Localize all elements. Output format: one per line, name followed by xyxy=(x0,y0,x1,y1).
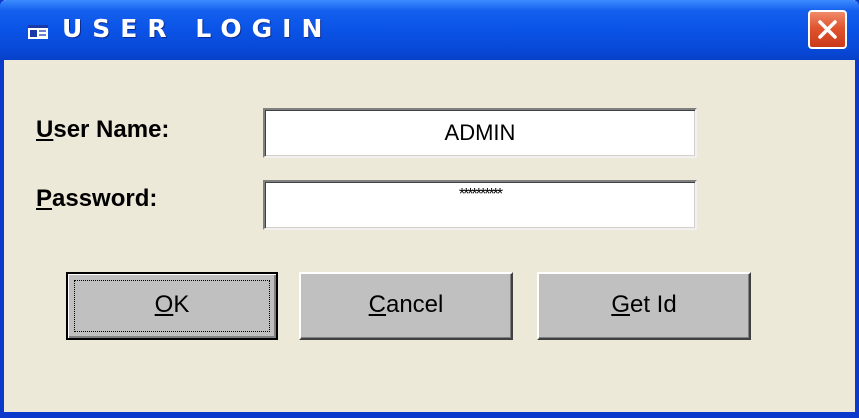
password-label-text: assword: xyxy=(52,185,158,212)
password-input[interactable]: ********** xyxy=(263,180,697,230)
password-label-accel: P xyxy=(36,185,53,212)
login-window: USER LOGIN User Name: ADMIN Password: **… xyxy=(0,0,859,418)
username-label-accel: U xyxy=(36,116,54,143)
close-icon xyxy=(818,20,837,39)
username-label: User Name: xyxy=(36,116,169,144)
username-label-text: ser Name: xyxy=(53,116,170,143)
ok-button[interactable]: OK xyxy=(66,272,278,340)
getid-rest: et Id xyxy=(629,291,677,318)
cancel-rest: ancel xyxy=(385,291,444,318)
cancel-button[interactable]: Cancel xyxy=(299,272,513,340)
get-id-button-label: Get Id xyxy=(611,291,676,318)
password-label: Password: xyxy=(36,185,157,213)
getid-accel: G xyxy=(611,291,630,318)
title-bar[interactable]: USER LOGIN xyxy=(0,0,859,60)
cancel-button-label: Cancel xyxy=(369,291,444,318)
close-button[interactable] xyxy=(808,10,847,49)
window-title: USER LOGIN xyxy=(62,14,333,43)
username-input[interactable]: ADMIN xyxy=(263,108,697,158)
cancel-accel: C xyxy=(368,291,386,318)
ok-rest: K xyxy=(173,291,190,318)
ok-button-label: OK xyxy=(155,291,190,318)
window-app-icon[interactable] xyxy=(28,25,48,39)
get-id-button[interactable]: Get Id xyxy=(537,272,751,340)
ok-accel: O xyxy=(154,291,174,318)
